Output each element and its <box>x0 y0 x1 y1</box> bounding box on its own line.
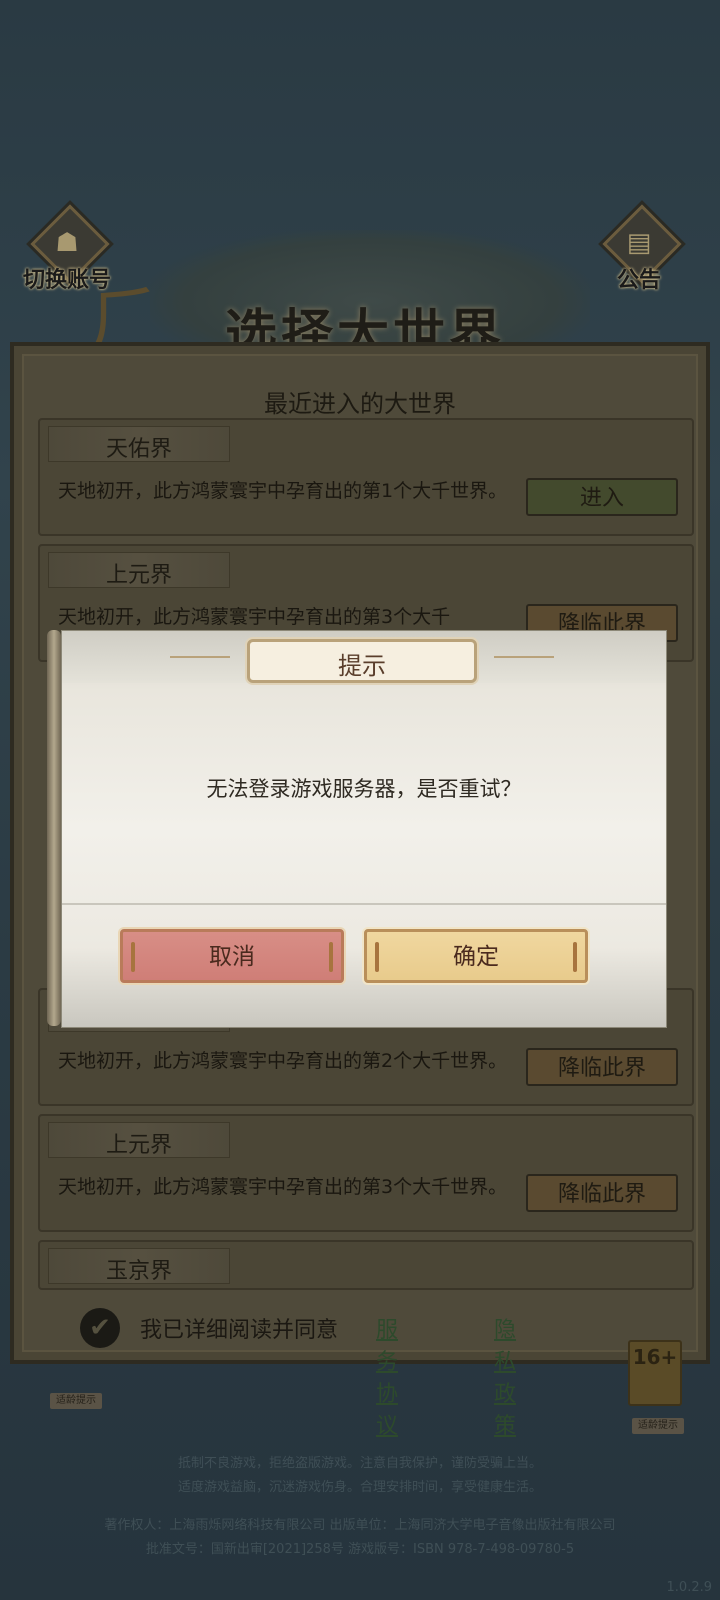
dialog-title: 提示 <box>338 652 386 680</box>
descend-world-button[interactable]: 降临此界 <box>526 1174 678 1212</box>
age-rating: 16+ <box>632 1345 678 1369</box>
descend-world-button[interactable]: 降临此界 <box>526 1048 678 1086</box>
dialog-title-plate: 提示 <box>170 639 554 683</box>
footer-line: 著作权人：上海雨烁网络科技有限公司 出版单位：上海同济大学电子音像出版社有限公司 <box>104 1518 616 1533</box>
dialog-body: 提示 无法登录游戏服务器，是否重试？ 取消 确定 <box>61 630 667 1028</box>
announcement-button[interactable]: ▤ 公告 <box>594 204 684 300</box>
world-desc: 天地初开，此方鸿蒙寰宇中孕育出的第2个大千世界。 <box>58 1050 508 1072</box>
world-name: 上元界 <box>105 563 172 588</box>
enter-world-button[interactable]: 进入 <box>526 478 678 516</box>
book-icon: ▤ <box>626 228 652 258</box>
user-icon: ☗ <box>55 228 79 258</box>
agree-checkbox[interactable]: ✔ <box>80 1308 120 1348</box>
age-rating-badge[interactable]: 16+ <box>628 1340 682 1406</box>
retry-dialog: 提示 无法登录游戏服务器，是否重试？ 取消 确定 <box>47 630 669 1028</box>
world-name: 玉京界 <box>105 1259 172 1284</box>
footer-line: 批准文号：国新出审[2021]258号 游戏版号：ISBN 978-7-498-… <box>145 1542 575 1557</box>
age-tip-label: 适龄提示 <box>632 1418 684 1434</box>
cancel-button[interactable]: 取消 <box>120 929 344 983</box>
world-card: 天佑界 天地初开，此方鸿蒙寰宇中孕育出的第1个大千世界。 进入 <box>38 418 694 536</box>
world-desc: 天地初开，此方鸿蒙寰宇中孕育出的第1个大千世界。 <box>58 480 508 502</box>
world-card: 玉京界 <box>38 1240 694 1290</box>
version-label: 1.0.2.9 <box>666 1580 712 1595</box>
privacy-policy-link[interactable]: 隐私政策 <box>494 1312 516 1440</box>
world-name: 天佑界 <box>105 437 172 462</box>
scroll-rod-decor <box>47 630 61 1026</box>
agreement-text: 我已详细阅读并同意 <box>140 1318 339 1343</box>
dialog-divider <box>62 903 666 905</box>
world-desc: 天地初开，此方鸿蒙寰宇中孕育出的第3个大千世界。 <box>58 1176 508 1198</box>
age-tip-label: 适龄提示 <box>50 1393 102 1409</box>
world-desc: 天地初开，此方鸿蒙寰宇中孕育出的第3个大千 <box>58 606 451 628</box>
dialog-message: 无法登录游戏服务器，是否重试？ <box>206 777 522 801</box>
footer-line: 抵制不良游戏，拒绝盗版游戏。注意自我保护，谨防受骗上当。 <box>177 1456 542 1471</box>
confirm-button[interactable]: 确定 <box>364 929 588 983</box>
recent-worlds-title: 最近进入的大世界 <box>264 390 456 418</box>
world-card: 上元界 天地初开，此方鸿蒙寰宇中孕育出的第3个大千世界。 降临此界 <box>38 1114 694 1232</box>
world-name: 上元界 <box>105 1133 172 1158</box>
footer-line: 适度游戏益脑，沉迷游戏伤身。合理安排时间，享受健康生活。 <box>177 1480 542 1495</box>
announcement-label: 公告 <box>616 268 661 293</box>
service-agreement-link[interactable]: 服务协议 <box>376 1312 398 1440</box>
